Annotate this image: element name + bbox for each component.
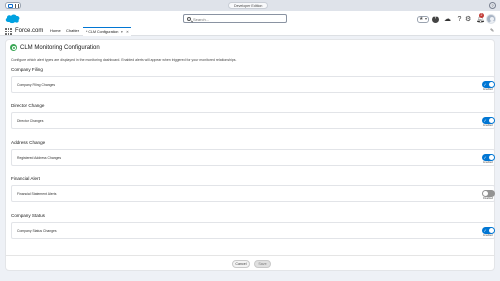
edition-label: Developer Edition <box>228 2 269 9</box>
toggle-address-change[interactable]: ✓ <box>482 154 495 161</box>
app-switcher-icon[interactable] <box>5 2 21 9</box>
search-icon <box>187 17 191 21</box>
nav-item-chatter[interactable]: Chatter <box>66 27 79 35</box>
section-title: Address Change <box>11 140 46 145</box>
section-title: Company Filing <box>11 67 43 72</box>
section-title: Company Status <box>11 213 45 218</box>
cancel-button[interactable]: Cancel <box>232 260 250 268</box>
row-label: Registered Address Changes <box>17 156 62 160</box>
alert-row-company-status: Company Status Changes ✓ Enabled <box>11 222 495 239</box>
edition-bar: Developer Edition ? <box>0 0 500 11</box>
edit-pencil-icon[interactable]: ✎ <box>490 28 494 34</box>
toggle-company-filing[interactable]: ✓ <box>482 81 495 88</box>
toggle-state-label: Enabled <box>483 234 493 237</box>
toggle-state-label: Enabled <box>483 88 493 91</box>
page-title: CLM Monitoring Configuration <box>20 45 100 51</box>
toggle-state-label: Enabled <box>483 161 493 164</box>
tab-label: * CLM Configuration <box>86 30 119 34</box>
toggle-company-status[interactable]: ✓ <box>482 227 495 234</box>
avatar[interactable] <box>486 14 496 24</box>
footer-divider <box>6 255 494 256</box>
app-name: Force.com <box>15 28 44 34</box>
alert-row-director-change: Director Changes ✓ Enabled <box>11 112 495 129</box>
close-icon[interactable]: ✕ <box>126 28 129 36</box>
tab-clm-configuration[interactable]: * CLM Configuration ▾ ✕ <box>83 27 131 36</box>
alert-row-financial-alert: Financial Statement Alerts Disabled <box>11 185 495 202</box>
main-card: CLM Monitoring Configuration Configure w… <box>5 39 495 271</box>
alert-row-company-filing: Company Filing Changes ✓ Enabled <box>11 76 495 93</box>
toggle-state-label: Enabled <box>483 124 493 127</box>
search-input[interactable] <box>193 16 283 22</box>
nav-bar: Force.com Home Chatter * CLM Configurati… <box>0 27 500 36</box>
salesforce-cloud-icon[interactable] <box>5 13 20 24</box>
chevron-down-icon[interactable]: ▾ <box>121 28 123 36</box>
row-label: Company Status Changes <box>17 229 57 233</box>
row-label: Director Changes <box>17 119 44 123</box>
check-icon: ✓ <box>483 82 487 87</box>
toggle-financial-alert[interactable] <box>482 190 495 197</box>
trailhead-icon[interactable]: ☁ <box>444 16 451 23</box>
row-label: Financial Statement Alerts <box>17 192 57 196</box>
setup-gear-icon[interactable]: ⚙ <box>465 16 472 23</box>
toggle-state-label: Disabled <box>482 197 494 200</box>
help-icon[interactable]: ? <box>489 2 496 9</box>
check-icon: ✓ <box>483 228 487 233</box>
save-button[interactable]: Save <box>254 260 271 268</box>
toggle-director-change[interactable]: ✓ <box>482 117 495 124</box>
nav-item-home[interactable]: Home <box>50 27 61 35</box>
search-box[interactable] <box>183 14 287 23</box>
row-label: Company Filing Changes <box>17 83 56 87</box>
global-add-icon[interactable] <box>432 14 439 23</box>
global-header: ★▾ ☁ ? ⚙ 🔔︎ 2 <box>0 11 500 27</box>
section-title: Director Change <box>11 103 45 108</box>
waffle-icon[interactable] <box>5 28 12 35</box>
monitoring-icon <box>10 44 17 51</box>
section-title: Financial Alert <box>11 176 40 181</box>
help-icon[interactable]: ? <box>456 16 463 23</box>
notification-badge: 2 <box>479 13 484 18</box>
page-description: Configure which alert types are displaye… <box>11 58 237 62</box>
check-icon: ✓ <box>483 118 487 123</box>
favorites-star-icon[interactable]: ★ ▾ <box>417 16 429 23</box>
alert-row-address-change: Registered Address Changes ✓ Enabled <box>11 149 495 166</box>
check-icon: ✓ <box>483 155 487 160</box>
